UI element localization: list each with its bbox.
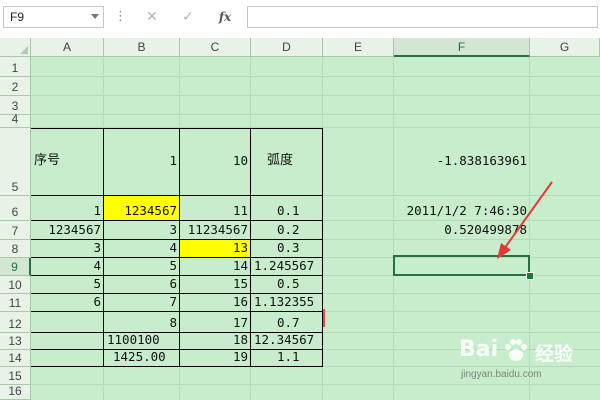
watermark-url: jingyan.baidu.com xyxy=(461,369,542,380)
baidu-jingyan-watermark: Bai 经验 jingyan.baidu.com xyxy=(455,333,595,393)
watermark-suffix: 经验 xyxy=(535,343,574,365)
watermark-brand: Bai xyxy=(459,337,499,362)
paw-logo-icon xyxy=(505,339,527,361)
spreadsheet-window: F9 ⋮ ✕ ✓ fx A B C D E F G 1 2 3 4 5 6 7 … xyxy=(0,0,600,400)
